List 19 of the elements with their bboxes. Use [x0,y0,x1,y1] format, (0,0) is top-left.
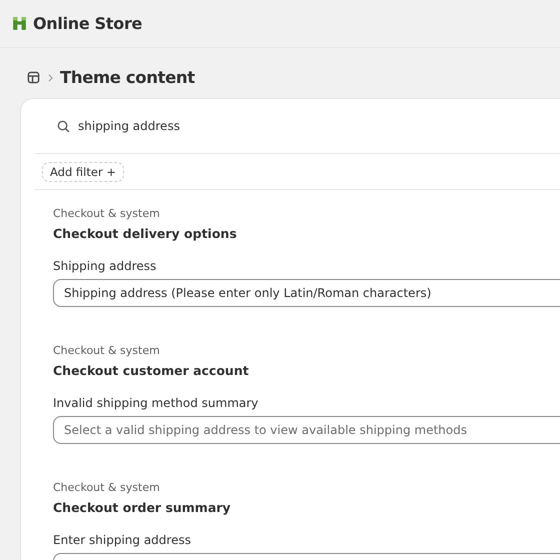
field-label: Invalid shipping method summary [53,395,258,411]
page-title: Theme content [60,68,195,87]
input-field[interactable]: Select a valid shipping address to view available shipping methods [53,416,560,444]
section-category: Checkout & system [53,207,160,221]
add-filter-button[interactable]: Add filter + [42,162,124,182]
field-label: Shipping address [53,258,156,274]
chevron-icon [48,74,53,82]
search-field[interactable]: shipping address [35,99,560,154]
input-field[interactable]: Shipping address (Please enter only Latin/Roman characters) [53,279,560,307]
app-title: Online Store [33,14,142,33]
section-category: Checkout & system [53,481,160,495]
store-logo-icon [11,15,28,32]
layout-icon [27,71,40,84]
section-title: Checkout delivery options [53,225,237,243]
section-title: Checkout order summary [53,499,231,517]
section-title: Checkout customer account [53,362,249,380]
section-category: Checkout & system [53,344,160,358]
search-icon [57,120,70,132]
field-label: Enter shipping address [53,532,191,548]
